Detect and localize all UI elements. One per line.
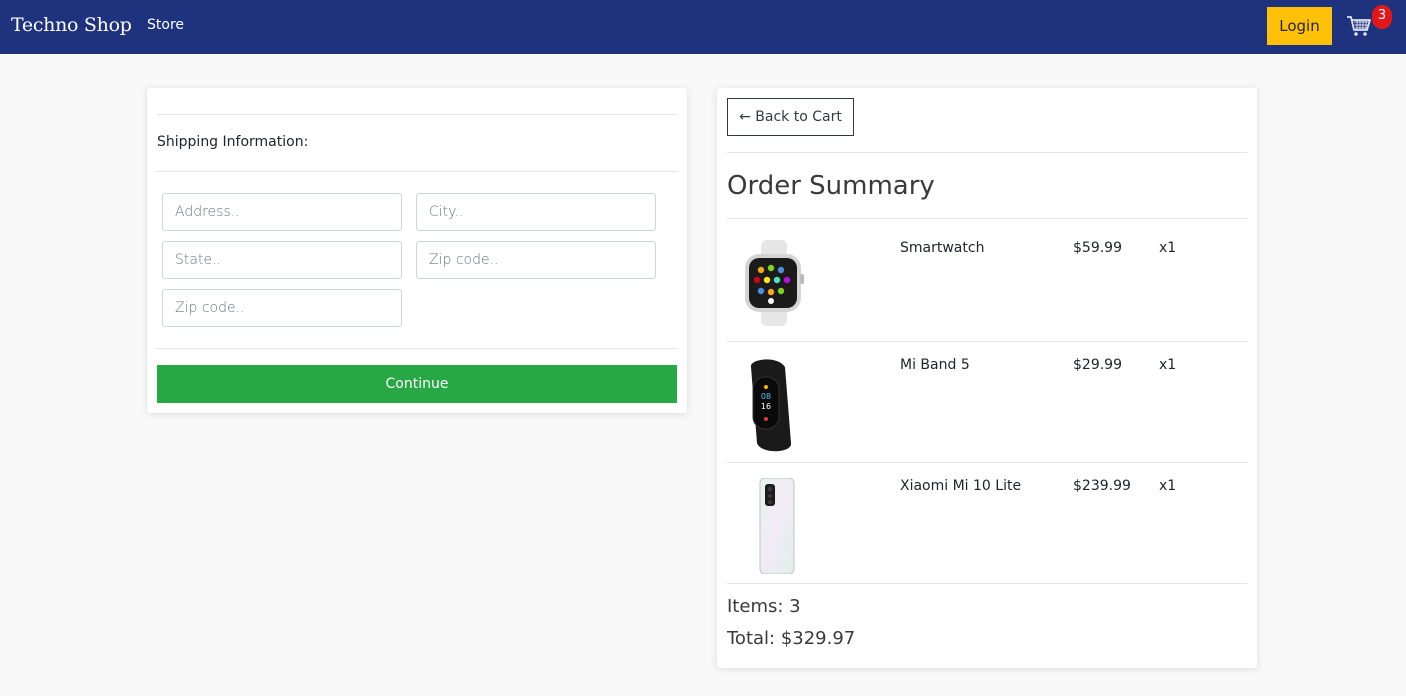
summary-item-row: Xiaomi Mi 10 Lite $239.99 x1 [727,478,1247,574]
svg-text:08: 08 [761,392,771,401]
item-price: $239.99 [1073,478,1131,494]
shipping-info-label: Shipping Information: [157,134,309,150]
divider [157,348,677,349]
divider [727,218,1247,219]
divider [727,152,1247,153]
back-to-cart-button[interactable]: ← Back to Cart [727,98,854,136]
svg-text:16: 16 [761,402,771,411]
zip-code-field-2[interactable] [162,289,402,327]
item-price: $59.99 [1073,240,1122,256]
items-count: Items: 3 [727,596,801,617]
continue-button[interactable]: Continue [157,365,677,403]
nav-link-store[interactable]: Store [147,17,184,33]
fitness-band-image: 08 16 [750,359,792,452]
brand-logo[interactable]: Techno Shop [11,14,132,36]
divider [727,462,1247,463]
item-name: Mi Band 5 [900,357,970,373]
item-name: Xiaomi Mi 10 Lite [900,478,1022,494]
item-quantity: x1 [1159,478,1177,494]
divider [727,583,1247,584]
zip-code-field[interactable] [416,241,656,279]
divider [157,114,677,115]
smartwatch-image [745,240,804,326]
order-total: Total: $329.97 [727,628,856,649]
city-field[interactable] [416,193,656,231]
address-field[interactable] [162,193,402,231]
summary-item-row: Smartwatch $59.99 x1 [727,240,1247,330]
navbar: Techno Shop Store Login 3 [0,0,1406,54]
cart-count-badge: 3 [1372,5,1392,29]
order-summary-card: ← Back to Cart Order Summary Smartwatch … [717,88,1257,668]
state-field[interactable] [162,241,402,279]
shipping-form-card: Shipping Information: Continue [147,88,687,413]
item-name: Smartwatch [900,240,985,256]
item-price: $29.99 [1073,357,1122,373]
divider [157,171,677,172]
order-summary-title: Order Summary [727,171,935,201]
login-button[interactable]: Login [1267,7,1332,45]
smartphone-image [759,478,795,574]
divider [727,341,1247,342]
item-quantity: x1 [1159,357,1177,373]
shopping-cart-icon[interactable] [1346,14,1372,38]
summary-item-row: 08 16 Mi Band 5 $29.99 x1 [727,357,1247,453]
item-quantity: x1 [1159,240,1177,256]
